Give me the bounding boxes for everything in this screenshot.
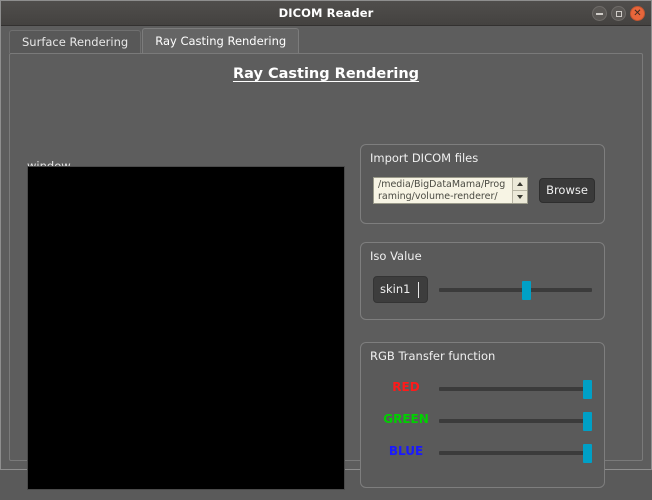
content-pane: Ray Casting Rendering window Import DICO… [9,53,643,490]
rgb-group-title: RGB Transfer function [370,349,496,363]
slider-handle[interactable] [583,444,592,463]
window-title: DICOM Reader [278,6,374,20]
spin-down-arrow-icon [517,195,523,199]
rgb-row-green: GREEN [361,410,604,432]
app-window: DICOM Reader ✕ Surface Rendering Ray Cas… [0,0,652,490]
rgb-row-blue: BLUE [361,442,604,464]
import-group-title: Import DICOM files [370,151,479,165]
rgb-transfer-function-group: RGB Transfer function RED GREEN BLUE [360,342,605,488]
slider-handle[interactable] [583,412,592,431]
close-icon: ✕ [633,8,642,19]
blue-channel-slider[interactable] [439,444,592,463]
slider-handle[interactable] [583,380,592,399]
iso-value-text: skin1 [380,282,411,296]
close-button[interactable]: ✕ [630,6,645,21]
slider-groove [439,419,592,423]
minimize-icon [596,13,603,15]
iso-value-slider[interactable] [439,281,592,300]
tab-surface-rendering[interactable]: Surface Rendering [9,30,142,53]
tab-ray-casting-rendering[interactable]: Ray Casting Rendering [142,28,300,53]
minimize-button[interactable] [592,6,607,21]
red-channel-label: RED [392,380,420,394]
green-channel-label: GREEN [383,412,429,426]
text-caret [418,282,419,298]
rgb-row-red: RED [361,378,604,400]
slider-groove [439,288,592,292]
maximize-icon [615,10,622,17]
spin-up-arrow-icon [517,182,523,186]
dicom-path-field[interactable]: /media/BigDataMama/Programing/volume-ren… [373,177,528,204]
green-channel-slider[interactable] [439,412,592,431]
dicom-path-value: /media/BigDataMama/Programing/volume-ren… [378,179,506,202]
slider-handle[interactable] [521,281,531,300]
iso-group-title: Iso Value [370,249,422,263]
maximize-button[interactable] [611,6,626,21]
red-channel-slider[interactable] [439,380,592,399]
import-dicom-group: Import DICOM files /media/BigDataMama/Pr… [360,144,605,224]
render-viewport[interactable] [27,166,345,490]
spin-down-button[interactable] [513,191,527,203]
slider-groove [439,387,592,391]
window-controls: ✕ [592,6,645,21]
title-bar: DICOM Reader ✕ [1,1,651,26]
tab-bar: Surface Rendering Ray Casting Rendering [1,26,651,53]
spin-up-button[interactable] [513,178,527,191]
page-title: Ray Casting Rendering [232,66,420,82]
slider-groove [439,451,592,455]
iso-value-group: Iso Value skin1 [360,242,605,320]
browse-button[interactable]: Browse [539,178,595,203]
iso-value-input[interactable]: skin1 [373,276,428,303]
path-spinner [512,178,527,203]
blue-channel-label: BLUE [388,444,424,458]
